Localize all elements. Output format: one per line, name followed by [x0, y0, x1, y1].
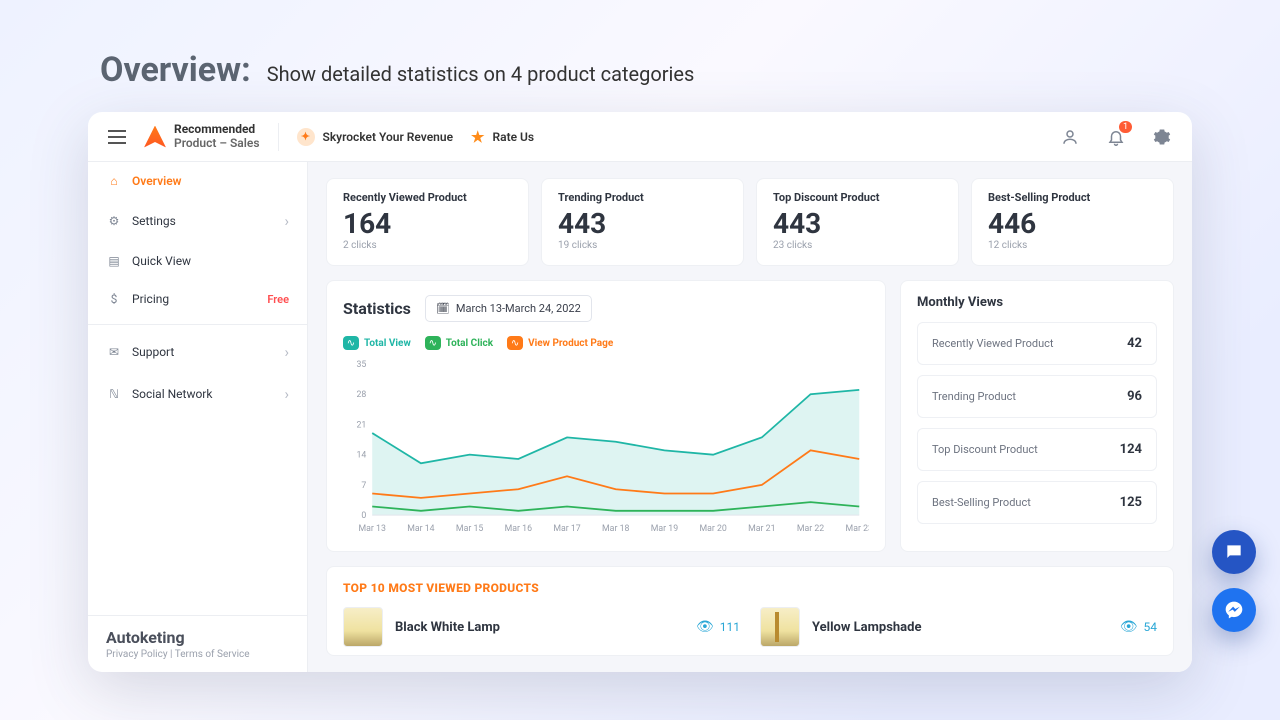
svg-text:Mar 18: Mar 18 — [602, 524, 629, 534]
calendar-icon: 🗓 — [436, 302, 450, 315]
promo-skyrocket[interactable]: ✦ Skyrocket Your Revenue — [297, 128, 454, 146]
tag-icon: $ — [106, 292, 122, 306]
kpi-best-selling[interactable]: Best-Selling Product 446 12 clicks — [971, 178, 1174, 266]
svg-text:Mar 20: Mar 20 — [699, 524, 726, 534]
product-thumb — [343, 607, 383, 647]
rocket-icon: ✦ — [297, 128, 315, 146]
svg-text:14: 14 — [357, 451, 367, 461]
chevron-right-icon: › — [284, 343, 289, 361]
footer-links[interactable]: Privacy Policy | Terms of Service — [106, 649, 289, 660]
logo-text: Recommended Product – Sales — [174, 123, 260, 149]
sidebar-item-pricing[interactable]: $ Pricing Free — [88, 280, 307, 318]
svg-text:21: 21 — [357, 420, 367, 430]
mv-trending[interactable]: Trending Product96 — [917, 375, 1157, 418]
brand-logo[interactable]: Recommended Product – Sales — [144, 123, 260, 149]
legend-view-product-page[interactable]: ∿View Product Page — [507, 336, 613, 350]
legend-total-view[interactable]: ∿Total View — [343, 336, 411, 350]
monthly-views-panel: Monthly Views Recently Viewed Product42 … — [900, 280, 1174, 552]
svg-text:7: 7 — [361, 481, 366, 491]
mv-best-selling[interactable]: Best-Selling Product125 — [917, 481, 1157, 524]
svg-text:35: 35 — [357, 360, 367, 370]
account-icon[interactable] — [1060, 127, 1080, 147]
notif-badge: 1 — [1119, 121, 1132, 133]
svg-text:0: 0 — [361, 511, 366, 521]
main-content: Recently Viewed Product 164 2 clicks Tre… — [308, 162, 1192, 672]
svg-text:Mar 14: Mar 14 — [407, 524, 434, 534]
chat-icon: ✉ — [106, 345, 122, 359]
promo-rate-us[interactable]: ★ Rate Us — [471, 128, 534, 146]
stats-chart: 0 7 14 21 28 35 Mar 13 Mar 14 Mar 15 Mar 16 Mar 17… — [343, 358, 869, 537]
menu-icon[interactable] — [108, 130, 126, 144]
top10-title: TOP 10 MOST VIEWED PRODUCTS — [343, 581, 1157, 595]
mv-recently-viewed[interactable]: Recently Viewed Product42 — [917, 322, 1157, 365]
sidebar-item-overview[interactable]: ⌂ Overview — [88, 162, 307, 200]
app-window: Recommended Product – Sales ✦ Skyrocket … — [88, 112, 1192, 672]
monthly-title: Monthly Views — [917, 295, 1157, 310]
sidebar-item-social[interactable]: ℕ Social Network › — [88, 373, 307, 415]
sidebar: ⌂ Overview ⚙ Settings › ▤ Quick View $ P… — [88, 162, 308, 672]
product-thumb — [760, 607, 800, 647]
home-icon: ⌂ — [106, 174, 122, 188]
star-icon: ★ — [471, 128, 484, 146]
chevron-right-icon: › — [284, 385, 289, 403]
sidebar-item-quick-view[interactable]: ▤ Quick View — [88, 242, 307, 280]
svg-text:Mar 23: Mar 23 — [846, 524, 869, 534]
gear-icon[interactable] — [1152, 127, 1172, 147]
stack-icon: ▤ — [106, 254, 122, 268]
date-range-picker[interactable]: 🗓 March 13-March 24, 2022 — [425, 295, 592, 322]
svg-text:Mar 22: Mar 22 — [797, 524, 824, 534]
legend-total-click[interactable]: ∿Total Click — [425, 336, 493, 350]
bell-icon[interactable]: 1 — [1106, 127, 1126, 147]
svg-text:Mar 13: Mar 13 — [359, 524, 386, 534]
top10-panel: TOP 10 MOST VIEWED PRODUCTS Black White … — [326, 566, 1174, 656]
messenger-fab[interactable] — [1212, 588, 1256, 632]
logo-mark-icon — [144, 126, 166, 148]
footer-brand: Autoketing — [106, 628, 289, 647]
sidebar-item-settings[interactable]: ⚙ Settings › — [88, 200, 307, 242]
kpi-recently-viewed[interactable]: Recently Viewed Product 164 2 clicks — [326, 178, 529, 266]
svg-text:Mar 16: Mar 16 — [505, 524, 532, 534]
rss-icon: ℕ — [106, 387, 122, 401]
cog-icon: ⚙ — [106, 214, 122, 228]
product-item[interactable]: Black White Lamp 👁111 — [343, 607, 740, 647]
svg-text:28: 28 — [357, 390, 367, 400]
svg-text:Mar 15: Mar 15 — [456, 524, 483, 534]
statistics-panel: Statistics 🗓 March 13-March 24, 2022 ∿To… — [326, 280, 886, 552]
chat-fab[interactable] — [1212, 530, 1256, 574]
stats-title: Statistics — [343, 299, 411, 318]
product-item[interactable]: Yellow Lampshade 👁54 — [760, 607, 1157, 647]
hero-subtitle: Show detailed statistics on 4 product ca… — [267, 62, 695, 86]
eye-icon: 👁 — [696, 619, 714, 635]
mv-top-discount[interactable]: Top Discount Product124 — [917, 428, 1157, 471]
svg-text:Mar 21: Mar 21 — [748, 524, 775, 534]
svg-text:Mar 17: Mar 17 — [553, 524, 580, 534]
chevron-right-icon: › — [284, 212, 289, 230]
hero-title: Overview: — [100, 50, 251, 90]
topbar: Recommended Product – Sales ✦ Skyrocket … — [88, 112, 1192, 162]
kpi-top-discount[interactable]: Top Discount Product 443 23 clicks — [756, 178, 959, 266]
sidebar-item-support[interactable]: ✉ Support › — [88, 331, 307, 373]
svg-text:Mar 19: Mar 19 — [651, 524, 678, 534]
eye-icon: 👁 — [1120, 619, 1138, 635]
kpi-trending[interactable]: Trending Product 443 19 clicks — [541, 178, 744, 266]
